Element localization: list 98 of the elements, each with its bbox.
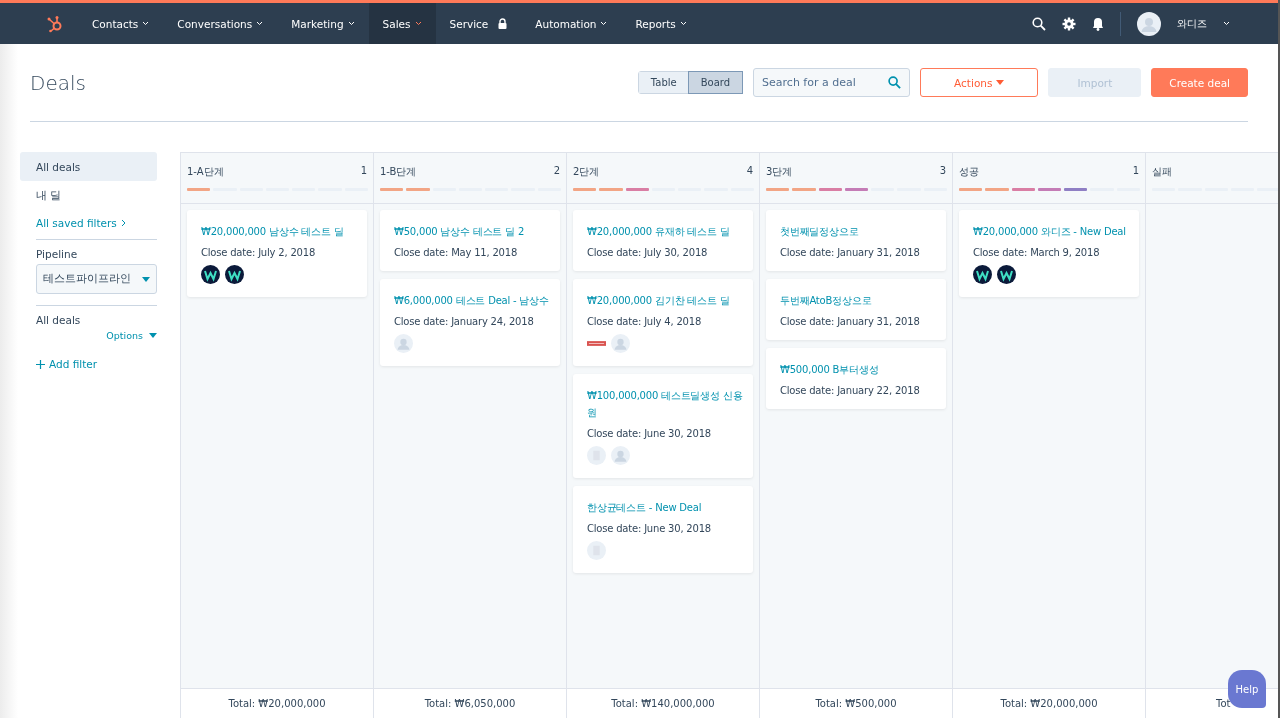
deal-title-link[interactable]: 첫번째딜정상으로 — [780, 223, 936, 240]
logo-avatar-icon — [201, 265, 220, 284]
close-date: Close date: January 31, 2018 — [780, 316, 921, 327]
add-filter-link[interactable]: Add filter — [20, 351, 157, 377]
search-icon[interactable] — [1032, 16, 1046, 31]
page-title: Deals — [30, 70, 86, 95]
chevron-icon — [347, 21, 355, 26]
deal-card[interactable]: 첫번째딜정상으로 Close date: January 31, 2018 — [766, 210, 946, 271]
deal-card[interactable]: ₩50,000 남상수 테스트 딜 2 Close date: May 11, 2018 — [380, 210, 560, 271]
saved-filters-link[interactable]: All saved filters — [20, 210, 157, 236]
sidebar-item[interactable]: 내 딜 — [20, 181, 157, 210]
deal-count: 1 — [360, 165, 367, 178]
close-date: Close date: July 2, 2018 — [201, 247, 317, 258]
sprocket-logo[interactable] — [46, 14, 64, 33]
nav-item[interactable]: Sales — [368, 3, 436, 44]
filter-title: All deals — [35, 313, 82, 328]
close-date: Close date: July 30, 2018 — [587, 247, 709, 258]
close-date: Close date: July 4, 2018 — [587, 316, 703, 327]
caret-icon — [996, 80, 1005, 85]
close-date: Close date: January 24, 2018 — [394, 316, 535, 327]
chevron-icon — [256, 21, 264, 26]
deal-title-link[interactable]: 한상균테스트 - New Deal — [587, 499, 743, 516]
deal-title-link[interactable]: 두번째AtoB정상으로 — [780, 292, 936, 309]
deal-card[interactable]: ₩20,000,000 남상수 테스트 딜 Close date: July 2, 2018 — [187, 210, 367, 297]
nav-item[interactable]: Marketing — [277, 3, 369, 44]
deal-title-link[interactable]: ₩500,000 B부터생성 — [780, 361, 936, 378]
column-total: Total: ₩140,000,000 — [611, 698, 715, 709]
deal-title-link[interactable]: ₩100,000,000 테스트딜생성 신용원 — [587, 387, 743, 421]
deal-count: 1 — [1132, 165, 1139, 178]
deal-card[interactable]: ₩6,000,000 테스트 Deal - 남상수 Close date: January 24, 2018 — [380, 279, 560, 366]
deal-title-link[interactable]: ₩20,000,000 김기찬 테스트 딜 — [587, 292, 743, 309]
caret-icon — [149, 333, 157, 338]
deal-card[interactable]: ₩20,000,000 김기찬 테스트 딜 Close date: July 4, 2018 — [573, 279, 753, 366]
person-avatar-icon — [611, 334, 630, 353]
caret-icon — [142, 276, 150, 282]
options-link[interactable]: Options — [106, 330, 157, 341]
close-date: Close date: June 30, 2018 — [587, 428, 712, 439]
nav-item[interactable]: Contacts — [78, 3, 164, 44]
user-menu[interactable]: 와디즈 — [1177, 16, 1207, 31]
lock-icon — [498, 18, 508, 29]
logo-avatar-icon — [973, 265, 992, 284]
chevron-icon — [120, 219, 126, 227]
chevron-icon — [1223, 21, 1230, 26]
image-avatar-icon — [587, 341, 606, 346]
person-avatar-icon — [611, 446, 630, 465]
close-date: Close date: May 11, 2018 — [394, 247, 519, 258]
avatar-icon — [1137, 11, 1161, 36]
plus-icon — [36, 359, 45, 369]
stage-name: 1-B단계 — [380, 165, 417, 179]
stage-name: 2단계 — [573, 165, 600, 179]
deal-title-link[interactable]: ₩20,000,000 유재하 테스트 딜 — [587, 223, 743, 240]
person-avatar-icon — [394, 334, 413, 353]
deal-card[interactable]: ₩500,000 B부터생성 Close date: January 22, 2018 — [766, 348, 946, 409]
deal-card[interactable]: ₩20,000,000 와디즈 - New Deal Close date: March 9, 2018 — [959, 210, 1139, 297]
pipeline-select[interactable]: 테스트파이프라인 — [36, 264, 157, 294]
view-toggle[interactable]: Board — [688, 72, 743, 93]
stage-name: 1-A단계 — [187, 165, 224, 179]
deal-card[interactable]: ₩100,000,000 테스트딜생성 신용원 Close date: June 30, 2018 — [573, 374, 753, 478]
deal-title-link[interactable]: ₩6,000,000 테스트 Deal - 남상수 — [394, 292, 550, 309]
logo-avatar-icon — [225, 265, 244, 284]
building-avatar-icon — [587, 446, 606, 465]
deal-count: 4 — [746, 165, 753, 178]
stage-name: 성공 — [959, 165, 979, 179]
settings-icon[interactable] — [1062, 16, 1076, 31]
notification-bell-icon[interactable] — [1092, 16, 1104, 31]
deal-card[interactable]: ₩20,000,000 유재하 테스트 딜 Close date: July 30, 2018 — [573, 210, 753, 271]
close-date: Close date: January 31, 2018 — [780, 247, 921, 258]
nav-item[interactable]: Service — [435, 3, 522, 44]
close-date: Close date: June 30, 2018 — [587, 523, 712, 534]
stage-name: 3단계 — [766, 165, 793, 179]
logo-avatar-icon — [997, 265, 1016, 284]
view-toggle[interactable]: Table — [638, 72, 689, 93]
chevron-icon — [142, 21, 150, 26]
pipeline-label: Pipeline — [35, 247, 79, 262]
chevron-icon — [414, 21, 422, 26]
nav-item[interactable]: Automation — [521, 3, 622, 44]
stage-name: 실패 — [1152, 165, 1172, 179]
column-total: Total: ₩20,000,000 — [1000, 698, 1098, 709]
search-field[interactable]: Search for a deal — [753, 68, 911, 97]
deal-card[interactable]: 두번째AtoB정상으로 Close date: January 31, 2018 — [766, 279, 946, 340]
column-total: Total: ₩500,000 — [815, 698, 897, 709]
close-date: Close date: January 22, 2018 — [780, 385, 921, 396]
deal-card[interactable]: 한상균테스트 - New Deal Close date: June 30, 2018 — [573, 486, 753, 573]
deal-title-link[interactable]: ₩50,000 남상수 테스트 딜 2 — [394, 223, 550, 240]
column-total: Tot — [1216, 698, 1231, 709]
building-avatar-icon — [587, 541, 606, 560]
nav-item[interactable]: Reports — [621, 3, 701, 44]
deal-count: 3 — [939, 165, 946, 178]
deal-count: 2 — [553, 165, 560, 178]
deal-title-link[interactable]: ₩20,000,000 와디즈 - New Deal — [973, 223, 1129, 240]
deal-title-link[interactable]: ₩20,000,000 남상수 테스트 딜 — [201, 223, 357, 240]
nav-item[interactable]: Conversations — [163, 3, 278, 44]
chevron-icon — [600, 21, 608, 26]
close-date: Close date: March 9, 2018 — [973, 247, 1101, 258]
column-total: Total: ₩6,050,000 — [424, 698, 516, 709]
chevron-icon — [679, 21, 687, 26]
sidebar-item[interactable]: All deals — [20, 152, 157, 181]
column-total: Total: ₩20,000,000 — [228, 698, 326, 709]
